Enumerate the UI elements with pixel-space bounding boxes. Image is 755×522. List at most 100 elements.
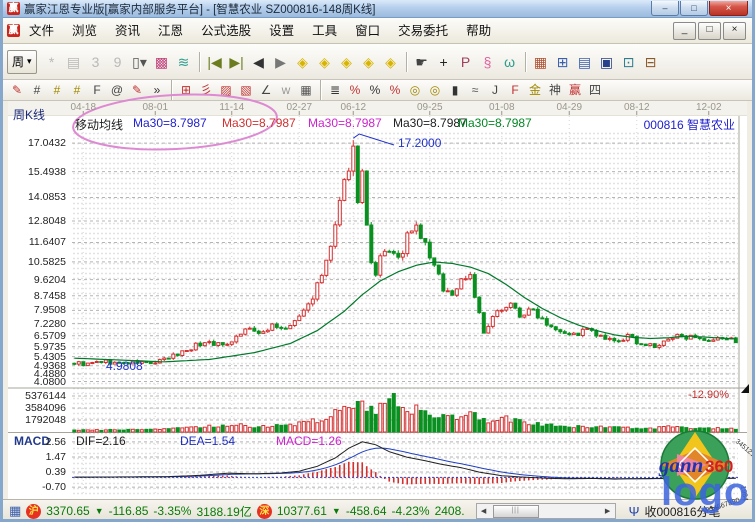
menu-item-0[interactable]: 文件	[20, 19, 63, 43]
grid-ruler-icon[interactable]: #	[27, 81, 47, 99]
hatched-box-tool-icon[interactable]: ▧	[236, 81, 256, 99]
wave-tool-icon[interactable]: ≈	[465, 81, 485, 99]
date-tick-label: 02-27	[279, 102, 319, 113]
toolbar-separator	[320, 80, 321, 100]
spiral-tool-icon[interactable]: @	[107, 81, 127, 99]
crosshair-icon[interactable]: +	[433, 50, 455, 74]
date-tick-label: 04-29	[549, 102, 589, 113]
brush-pen-icon[interactable]: ✎	[7, 81, 27, 99]
sz-index-pct: -4.23%	[392, 504, 430, 518]
f-angle-line-icon[interactable]: F	[505, 81, 525, 99]
win-angle-line-icon[interactable]: 赢	[565, 81, 585, 99]
gold-section-circle-icon[interactable]: ◎	[405, 81, 425, 99]
kline-chart-area[interactable]: 周K线 移动均线 000816 智慧农业 17.2000 4.9808 -12.…	[8, 101, 747, 499]
sh-turnover: 3188.19亿	[196, 503, 251, 520]
prev-bar-icon[interactable]: ◀	[248, 50, 270, 74]
key-lock-icon[interactable]: P	[455, 50, 477, 74]
price-axis-label: 11.6407	[8, 236, 66, 248]
scroll-right-arrow[interactable]: ▶	[601, 507, 615, 515]
app-window: 赢 赢家江恩专业版[赢家内部服务平台] - [智慧农业 SZ000816-148…	[0, 0, 755, 522]
gold-grid-dense-icon[interactable]: #	[67, 81, 87, 99]
calculator-icon[interactable]: ⊞	[552, 50, 574, 74]
sync-pc-icon[interactable]: ⊡	[618, 50, 640, 74]
calendar-icon[interactable]: ▦	[530, 50, 552, 74]
spiral-marker-icon[interactable]: ω	[499, 50, 521, 74]
stock-code-name-label: 000816 智慧农业	[644, 116, 735, 133]
percent-lines-icon[interactable]: %	[385, 81, 405, 99]
gold-grid-icon[interactable]: #	[47, 81, 67, 99]
indicator-lines-icon[interactable]: ≋	[173, 50, 195, 74]
pattern-match-icon[interactable]: *	[41, 50, 63, 74]
ma30-value-label-0: Ma30=8.7987	[133, 116, 207, 130]
child-restore-button[interactable]: □	[698, 22, 721, 40]
gann-fan-icon[interactable]: 彡	[196, 81, 216, 99]
scroll-left-arrow[interactable]: ◀	[477, 507, 491, 515]
down-arrow-icon: ▼	[95, 506, 104, 516]
hand-drag-icon[interactable]: ☛	[411, 50, 433, 74]
angle-lines-icon[interactable]: ∠	[256, 81, 276, 99]
gold-angle-line-icon[interactable]: 金	[525, 81, 545, 99]
gann-diamond-expand-icon[interactable]: ◈	[380, 50, 402, 74]
percent-tool-icon[interactable]: %	[365, 81, 385, 99]
rect-box-tool-icon[interactable]: ⊞	[176, 81, 196, 99]
menu-item-2[interactable]: 资讯	[106, 19, 149, 43]
f10-info-icon[interactable]: ▤	[63, 50, 85, 74]
title-bar: 赢 赢家江恩专业版[赢家内部服务平台] - [智慧农业 SZ000816-148…	[3, 0, 752, 18]
save-icon[interactable]: ▣	[596, 50, 618, 74]
percent-retrace-icon[interactable]: %	[345, 81, 365, 99]
gann-diamond-cross-icon[interactable]: ◈	[358, 50, 380, 74]
dense-grid-tool-icon[interactable]: ▦	[296, 81, 316, 99]
candle-flag-icon[interactable]: ▮	[445, 81, 465, 99]
price-axis-label: 8.7458	[8, 290, 66, 302]
menu-item-3[interactable]: 江恩	[149, 19, 192, 43]
three-pane-icon[interactable]: 3	[85, 50, 107, 74]
last-bar-icon[interactable]: ▶|	[226, 50, 248, 74]
gann-diamond-star-icon[interactable]: ◈	[314, 50, 336, 74]
four-angle-line-icon[interactable]: 四	[585, 81, 605, 99]
child-minimize-button[interactable]: _	[673, 22, 696, 40]
shen-angle-line-icon[interactable]: 神	[545, 81, 565, 99]
nine-pane-icon[interactable]: 9	[107, 50, 129, 74]
gold-section-line-icon[interactable]: ◎	[425, 81, 445, 99]
close-button[interactable]: ×	[709, 1, 748, 16]
first-bar-icon[interactable]: |◀	[204, 50, 226, 74]
festival-marker-icon[interactable]: §	[477, 50, 499, 74]
volume-axis-label: 1792048	[8, 414, 66, 426]
maximize-button[interactable]: □	[680, 1, 708, 16]
volume-axis-label: 5376144	[8, 390, 66, 402]
scale-bars-icon[interactable]: ≣	[325, 81, 345, 99]
price-axis-label: 4.0800	[8, 376, 66, 388]
market-table-icon[interactable]: ▦	[9, 503, 21, 519]
menu-item-1[interactable]: 浏览	[63, 19, 106, 43]
menu-item-8[interactable]: 交易委托	[389, 19, 457, 43]
menu-item-9[interactable]: 帮助	[457, 19, 500, 43]
menu-item-4[interactable]: 公式选股	[192, 19, 260, 43]
period-label: 周	[12, 53, 24, 70]
app-logo-icon: 赢	[7, 2, 20, 15]
measure-brush-icon[interactable]: ✎	[127, 81, 147, 99]
j-angle-line-icon[interactable]: J	[485, 81, 505, 99]
gann-diamond-wide-icon[interactable]: ◈	[336, 50, 358, 74]
zigzag-tool-icon[interactable]: w	[276, 81, 296, 99]
menu-item-6[interactable]: 工具	[303, 19, 346, 43]
menu-item-7[interactable]: 窗口	[346, 19, 389, 43]
peak-price-annotation: 17.2000	[398, 136, 441, 150]
report-icon[interactable]: ▤	[574, 50, 596, 74]
child-close-button[interactable]: ×	[723, 22, 746, 40]
date-tick-label: 12-02	[689, 102, 729, 113]
date-tick-label: 06-12	[333, 102, 373, 113]
pattern-red-icon[interactable]: ▩	[151, 50, 173, 74]
horizontal-scrollbar[interactable]: ◀ ||| ▶	[476, 503, 616, 519]
next-bar-icon[interactable]: ▶	[270, 50, 292, 74]
volume-percent-label: -12.90%	[688, 389, 729, 401]
remote-data-icon[interactable]: ⊟	[640, 50, 662, 74]
sz-turnover: 2408.	[435, 504, 465, 518]
minimize-button[interactable]: –	[651, 1, 679, 16]
gann-diamond-small-icon[interactable]: ◈	[292, 50, 314, 74]
period-weekly-dropdown[interactable]: 周 ▾	[7, 50, 37, 74]
scrollbar-thumb[interactable]: |||	[493, 505, 539, 518]
menu-item-5[interactable]: 设置	[260, 19, 303, 43]
fibonacci-grid-icon[interactable]: F	[87, 81, 107, 99]
dea-value-label: DEA=1.54	[180, 434, 235, 448]
candle-style-dropdown-icon[interactable]: ▯▾	[129, 50, 151, 74]
